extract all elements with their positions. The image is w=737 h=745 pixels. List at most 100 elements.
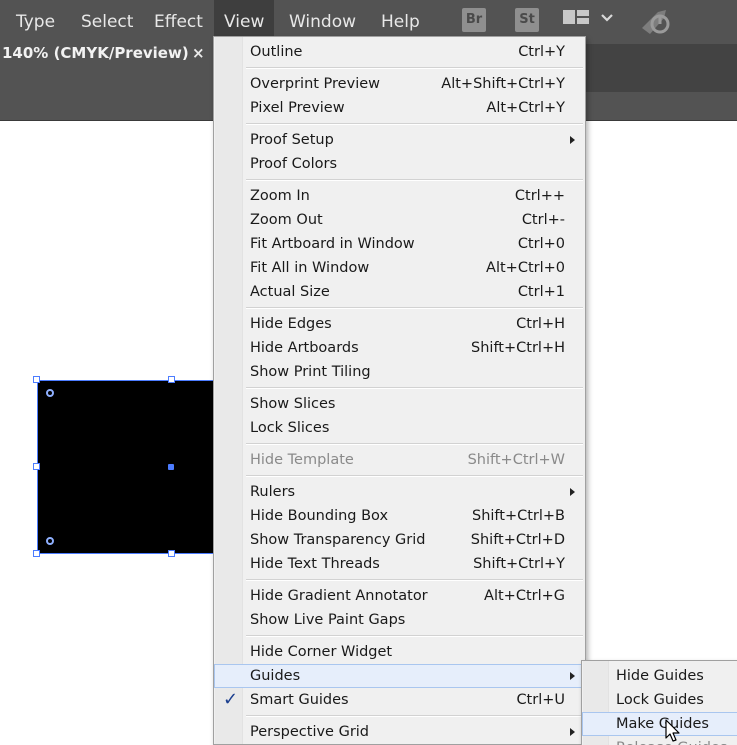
menu-item-zoom-in[interactable]: Zoom In Ctrl++ — [214, 184, 585, 208]
menu-item-shortcut: Shift+Ctrl+D — [470, 532, 565, 548]
menu-item-shortcut: Alt+Ctrl+Y — [486, 100, 565, 116]
menu-item-label: Rulers — [250, 484, 296, 500]
menu-item-shortcut: Shift+Ctrl+Y — [473, 556, 565, 572]
menu-item-hide-bounding-box[interactable]: Hide Bounding Box Shift+Ctrl+B — [214, 504, 585, 528]
chevron-down-icon[interactable] — [600, 13, 614, 23]
selected-rectangle[interactable] — [37, 380, 215, 554]
menu-item-label: Perspective Grid — [250, 724, 370, 740]
menu-item-label: Hide Gradient Annotator — [250, 588, 428, 604]
menu-item-label: Hide Edges — [250, 316, 332, 332]
menu-item-lock-slices[interactable]: Lock Slices — [214, 416, 585, 440]
view-menu: Outline Ctrl+Y Overprint Preview Alt+Shi… — [213, 36, 586, 745]
submenu-item-hide-guides[interactable]: Hide Guides — [582, 664, 737, 688]
menu-item-actual-size[interactable]: Actual Size Ctrl+1 — [214, 280, 585, 304]
document-tab-title: 140% (CMYK/Preview) — [2, 44, 189, 62]
menu-item-label: Fit Artboard in Window — [250, 236, 415, 252]
corner-widget-icon[interactable] — [46, 537, 54, 545]
menu-item-proof-colors[interactable]: Proof Colors — [214, 152, 585, 176]
menu-item-label: Outline — [250, 44, 303, 60]
menu-item-label: Guides — [250, 668, 301, 684]
submenu-item-release-guides: Release Guides — [582, 736, 737, 745]
bounding-box-handle[interactable] — [168, 376, 175, 383]
gpu-performance-icon[interactable] — [638, 6, 674, 36]
menu-item-hide-artboards[interactable]: Hide Artboards Shift+Ctrl+H — [214, 336, 585, 360]
bounding-box-handle[interactable] — [33, 376, 40, 383]
menu-item-zoom-out[interactable]: Zoom Out Ctrl+- — [214, 208, 585, 232]
menu-item-hide-edges[interactable]: Hide Edges Ctrl+H — [214, 312, 585, 336]
bounding-box-handle[interactable] — [168, 550, 175, 557]
menu-item-pixel-preview[interactable]: Pixel Preview Alt+Ctrl+Y — [214, 96, 585, 120]
submenu-arrow-icon — [570, 728, 575, 736]
menu-item-guides[interactable]: Guides — [214, 664, 585, 688]
document-tab[interactable]: 140% (CMYK/Preview) × — [0, 44, 215, 92]
menu-item-label: Zoom Out — [250, 212, 323, 228]
menu-separator — [246, 307, 583, 309]
menu-item-shortcut: Ctrl+- — [521, 212, 565, 228]
menu-separator — [246, 475, 583, 477]
menu-separator — [246, 443, 583, 445]
menu-item-shortcut: Ctrl++ — [514, 188, 565, 204]
bridge-icon[interactable]: Br — [462, 8, 486, 32]
menu-separator — [246, 179, 583, 181]
corner-widget-icon[interactable] — [46, 389, 54, 397]
menu-item-show-slices[interactable]: Show Slices — [214, 392, 585, 416]
workspace-switcher-icon[interactable] — [563, 10, 593, 32]
menu-item-show-live-paint-gaps[interactable]: Show Live Paint Gaps — [214, 608, 585, 632]
menu-item-shortcut: Ctrl+H — [516, 316, 565, 332]
menu-item-shortcut: Alt+Ctrl+0 — [486, 260, 565, 276]
menu-item-fit-artboard[interactable]: Fit Artboard in Window Ctrl+0 — [214, 232, 585, 256]
menu-item-proof-setup[interactable]: Proof Setup — [214, 128, 585, 152]
menu-item-label: Show Slices — [250, 396, 336, 412]
menu-item-label: Lock Guides — [616, 692, 704, 708]
menu-item-label: Hide Guides — [616, 668, 704, 684]
menu-item-label: Actual Size — [250, 284, 330, 300]
menu-item-hide-gradient-annotator[interactable]: Hide Gradient Annotator Alt+Ctrl+G — [214, 584, 585, 608]
menu-item-label: Hide Template — [250, 452, 354, 468]
menu-item-label: Show Live Paint Gaps — [250, 612, 406, 628]
menu-separator — [246, 387, 583, 389]
stock-icon[interactable]: St — [515, 8, 539, 32]
menu-item-label: Zoom In — [250, 188, 310, 204]
menu-type[interactable]: Type — [13, 0, 58, 44]
menu-item-shortcut: Ctrl+0 — [517, 236, 565, 252]
menu-item-label: Make Guides — [616, 716, 709, 732]
menu-item-shortcut: Alt+Ctrl+G — [484, 588, 565, 604]
menu-separator — [246, 635, 583, 637]
menu-item-rulers[interactable]: Rulers — [214, 480, 585, 504]
menu-item-smart-guides[interactable]: ✓ Smart Guides Ctrl+U — [214, 688, 585, 712]
menu-separator — [246, 715, 583, 717]
menu-item-show-transparency-grid[interactable]: Show Transparency Grid Shift+Ctrl+D — [214, 528, 585, 552]
menu-item-shortcut: Shift+Ctrl+H — [471, 340, 565, 356]
mouse-pointer-icon — [665, 719, 680, 742]
menu-item-overprint-preview[interactable]: Overprint Preview Alt+Shift+Ctrl+Y — [214, 72, 585, 96]
center-point-icon — [168, 464, 174, 470]
menu-item-label: Fit All in Window — [250, 260, 370, 276]
menu-item-label: Hide Bounding Box — [250, 508, 389, 524]
menu-item-shortcut: Shift+Ctrl+B — [471, 508, 565, 524]
close-icon[interactable]: × — [192, 44, 205, 92]
menu-item-label: Hide Corner Widget — [250, 644, 393, 660]
menu-item-fit-all[interactable]: Fit All in Window Alt+Ctrl+0 — [214, 256, 585, 280]
menu-separator — [246, 67, 583, 69]
bounding-box-handle[interactable] — [33, 550, 40, 557]
menu-separator — [246, 123, 583, 125]
checkmark-icon: ✓ — [223, 689, 239, 710]
submenu-arrow-icon — [570, 672, 575, 680]
submenu-item-lock-guides[interactable]: Lock Guides — [582, 688, 737, 712]
menu-item-label: Proof Colors — [250, 156, 337, 172]
menu-item-hide-text-threads[interactable]: Hide Text Threads Shift+Ctrl+Y — [214, 552, 585, 576]
submenu-arrow-icon — [570, 136, 575, 144]
menu-item-shortcut: Shift+Ctrl+W — [467, 452, 565, 468]
submenu-item-make-guides[interactable]: Make Guides — [582, 712, 737, 736]
menu-item-show-print-tiling[interactable]: Show Print Tiling — [214, 360, 585, 384]
menu-item-perspective-grid[interactable]: Perspective Grid — [214, 720, 585, 744]
bounding-box-handle[interactable] — [33, 463, 40, 470]
menu-effect[interactable]: Effect — [151, 0, 206, 44]
menu-item-hide-corner-widget[interactable]: Hide Corner Widget — [214, 640, 585, 664]
menu-item-label: Overprint Preview — [250, 76, 380, 92]
menu-item-outline[interactable]: Outline Ctrl+Y — [214, 40, 585, 64]
menu-select[interactable]: Select — [78, 0, 136, 44]
menu-item-label: Lock Slices — [250, 420, 330, 436]
menu-item-label: Proof Setup — [250, 132, 334, 148]
guides-submenu: Hide Guides Lock Guides Make Guides Rele… — [581, 660, 737, 745]
